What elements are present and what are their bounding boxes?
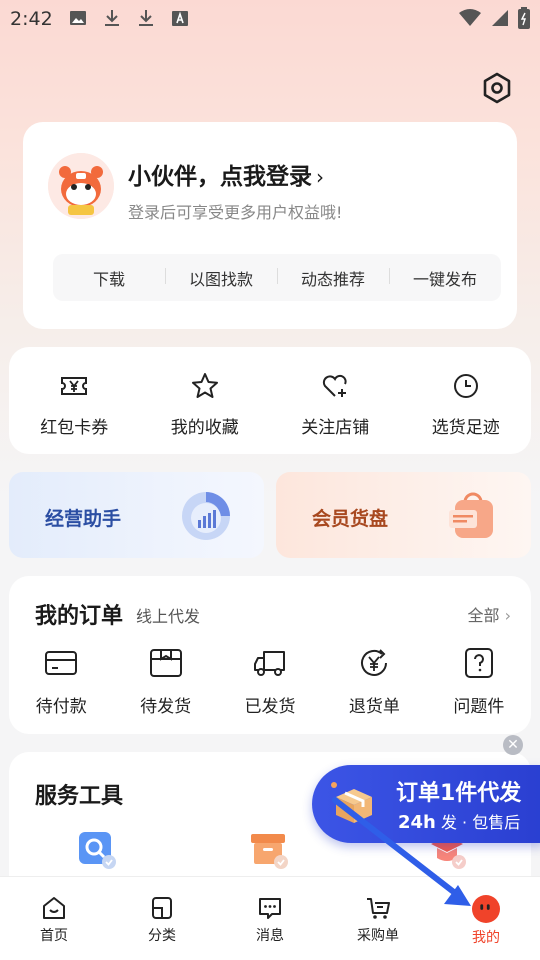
star-icon xyxy=(191,373,218,398)
message-icon xyxy=(259,898,281,919)
clock-icon xyxy=(453,374,478,398)
tab-cart-label: 采购单 xyxy=(357,928,399,944)
dropship-banner[interactable]: 订单1件代发 24h 发 · 包售后 xyxy=(312,765,540,843)
bottom-tab-bar: 首页 分类 消息 采购单 我的 xyxy=(0,876,540,960)
tab-home[interactable]: 首页 xyxy=(0,877,108,960)
gallery-icon xyxy=(68,8,88,28)
font-icon xyxy=(170,8,190,28)
orders-all-link[interactable]: 全部 › xyxy=(467,602,511,626)
mine-face-icon xyxy=(472,895,500,923)
followed-shops-label: 关注店铺 xyxy=(301,418,370,438)
orders-subtitle: 线上代发 xyxy=(136,607,201,626)
package-icon xyxy=(331,782,372,823)
login-prompt[interactable]: 小伙伴，点我登录 › xyxy=(128,157,324,191)
login-title-text: 小伙伴，点我登录 xyxy=(128,164,312,190)
order-shipped[interactable]: 已发货 xyxy=(218,646,322,717)
history-label: 选货足迹 xyxy=(431,418,500,438)
banner-headline: 订单1件代发 xyxy=(396,781,522,806)
order-issues-label: 问题件 xyxy=(453,697,505,717)
orders-title: 我的订单 xyxy=(35,604,124,629)
signal-icon xyxy=(490,8,510,32)
box-tool-icon[interactable] xyxy=(249,830,289,870)
member-goods-label: 会员货盘 xyxy=(312,508,389,530)
quick-action-download[interactable]: 下载 xyxy=(53,266,165,290)
tab-messages-label: 消息 xyxy=(256,928,284,944)
truck-icon xyxy=(254,651,286,676)
followed-shops-entry[interactable]: 关注店铺 xyxy=(270,347,401,454)
tab-category-label: 分类 xyxy=(148,928,176,944)
tab-cart[interactable]: 采购单 xyxy=(324,877,432,960)
category-icon xyxy=(152,897,172,919)
download-icon xyxy=(136,8,156,28)
settings-icon[interactable] xyxy=(481,72,513,104)
search-tool-icon[interactable] xyxy=(77,830,117,870)
chevron-right-icon: › xyxy=(504,606,511,625)
banner-subline-text: 发 · 包售后 xyxy=(440,813,521,832)
wifi-icon xyxy=(458,8,482,32)
order-issues[interactable]: 问题件 xyxy=(427,646,531,717)
quick-action-publish[interactable]: 一键发布 xyxy=(389,266,501,290)
order-shipped-label: 已发货 xyxy=(244,697,296,717)
business-assistant-label: 经营助手 xyxy=(45,508,122,530)
tools-title: 服务工具 xyxy=(35,784,124,809)
coupon-icon xyxy=(61,377,88,395)
chevron-right-icon: › xyxy=(316,165,324,189)
order-pending-payment-label: 待付款 xyxy=(35,697,87,717)
cart-icon xyxy=(367,898,390,919)
chart-icon xyxy=(182,492,230,540)
order-returns[interactable]: 退货单 xyxy=(322,646,426,717)
close-icon[interactable]: ✕ xyxy=(503,735,523,755)
favorites-entry[interactable]: 我的收藏 xyxy=(140,347,271,454)
download-icon xyxy=(102,8,122,28)
coupon-entry[interactable]: 红包卡券 xyxy=(9,347,140,454)
login-subtitle: 登录后可享受更多用户权益哦! xyxy=(128,203,343,222)
business-assistant-tile[interactable]: 经营助手 xyxy=(9,472,264,558)
status-bar: 2:42 xyxy=(0,0,540,36)
order-returns-label: 退货单 xyxy=(348,697,400,717)
tab-mine[interactable]: 我的 xyxy=(432,877,540,960)
tab-messages[interactable]: 消息 xyxy=(216,877,324,960)
banner-24h: 24h xyxy=(398,812,436,833)
orders-card: 我的订单 线上代发 全部 › 待付款 待发货 已发货 退货单 问题件 xyxy=(9,576,531,734)
quick-actions-row: 下载 以图找款 动态推荐 一键发布 xyxy=(53,254,501,301)
banner-subline: 24h 发 · 包售后 xyxy=(398,809,520,833)
home-icon xyxy=(43,897,65,919)
shopping-bag-icon xyxy=(449,492,493,538)
tab-mine-label: 我的 xyxy=(472,930,500,946)
box-icon xyxy=(149,649,182,677)
coupon-label: 红包卡券 xyxy=(40,418,109,438)
quick-action-image-search[interactable]: 以图找款 xyxy=(165,266,277,290)
card-icon xyxy=(45,651,78,675)
order-pending-shipment-label: 待发货 xyxy=(140,697,192,717)
battery-icon xyxy=(518,7,530,33)
refund-icon xyxy=(361,649,388,676)
quick-action-recommend[interactable]: 动态推荐 xyxy=(277,266,389,290)
status-time: 2:42 xyxy=(10,8,53,30)
tab-category[interactable]: 分类 xyxy=(108,877,216,960)
favorites-label: 我的收藏 xyxy=(170,418,239,438)
order-pending-payment[interactable]: 待付款 xyxy=(9,646,113,717)
orders-all-label: 全部 xyxy=(467,606,500,625)
member-goods-tile[interactable]: 会员货盘 xyxy=(276,472,531,558)
order-pending-shipment[interactable]: 待发货 xyxy=(113,646,217,717)
history-entry[interactable]: 选货足迹 xyxy=(401,347,532,454)
avatar[interactable] xyxy=(48,153,114,219)
question-icon xyxy=(464,648,493,678)
tab-home-label: 首页 xyxy=(40,928,68,944)
heart-plus-icon xyxy=(323,374,347,397)
login-card: 小伙伴，点我登录 › 登录后可享受更多用户权益哦! 下载 以图找款 动态推荐 一键… xyxy=(23,122,517,329)
favorites-card: 红包卡券 我的收藏 关注店铺 选货足迹 xyxy=(9,347,531,454)
